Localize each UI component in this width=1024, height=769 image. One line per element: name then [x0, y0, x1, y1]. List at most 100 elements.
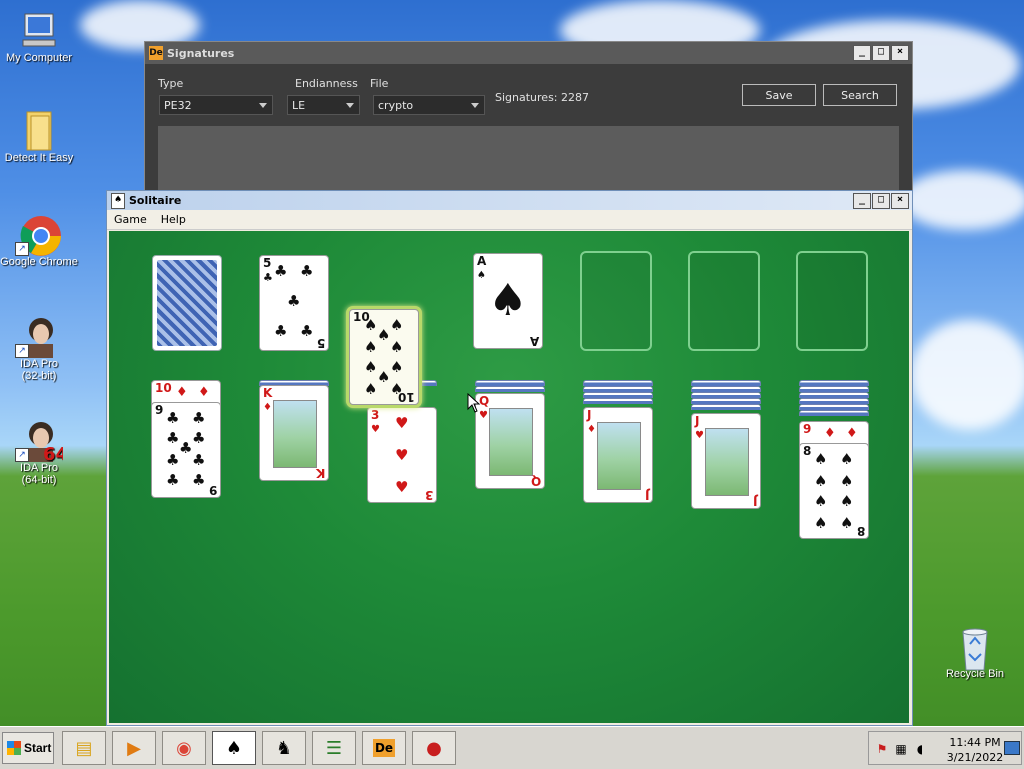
- chevron-down-icon: [471, 103, 479, 108]
- jack-artwork: [597, 422, 641, 490]
- desktop-icon-my-computer[interactable]: My Computer: [0, 10, 78, 64]
- solitaire-window: ♠ Solitaire _ □ × Game Help 5 ♣ ♣ ♣ ♣ ♣ …: [106, 190, 913, 726]
- facedown-card-edge: [583, 398, 653, 404]
- card-rank: K: [315, 466, 325, 480]
- foundation-4[interactable]: [796, 251, 868, 351]
- waste-card[interactable]: 5 ♣ ♣ ♣ ♣ ♣ ♣ 5: [259, 255, 329, 351]
- solitaire-app-icon: ♠: [111, 192, 125, 209]
- computer-icon: [19, 10, 59, 50]
- spade-icon: ♠: [364, 380, 378, 398]
- spade-icon: ♠: [364, 338, 378, 356]
- spade-icon: ♠: [814, 450, 828, 468]
- spade-icon: ♠: [364, 358, 378, 376]
- solitaire-icon: ♠: [225, 737, 243, 759]
- foundation-1[interactable]: A ♠ ♠ A: [473, 253, 543, 349]
- clock[interactable]: 11:44 PM 3/21/2022: [935, 735, 1015, 765]
- menu-game[interactable]: Game: [107, 213, 154, 226]
- heart-icon: ♥: [371, 424, 380, 435]
- club-icon: ♣: [300, 322, 314, 340]
- svg-text:64: 64: [43, 444, 63, 464]
- spade-icon: ♠: [840, 472, 854, 490]
- spade-icon: ♠: [390, 358, 404, 376]
- chrome-icon: ↗: [15, 214, 61, 256]
- signatures-window: De Signatures _ □ × Type PE32 Endianness…: [144, 41, 913, 203]
- spade-icon: ♠: [364, 316, 378, 334]
- taskbar-detect-it-easy[interactable]: De: [362, 731, 406, 765]
- endianness-label: Endianness: [295, 77, 358, 90]
- minimize-button[interactable]: _: [853, 45, 871, 61]
- taskbar-app[interactable]: ●: [412, 731, 456, 765]
- maximize-button[interactable]: □: [872, 45, 890, 61]
- desktop-icon-label: My Computer: [5, 52, 73, 64]
- spade-icon: ♠: [814, 514, 828, 532]
- card-rank: J: [644, 488, 649, 502]
- spade-icon: ♠: [840, 450, 854, 468]
- signatures-title-bar[interactable]: De Signatures _ □ ×: [145, 42, 912, 64]
- club-icon: ♣: [300, 262, 314, 280]
- tableau-3-top-card[interactable]: 3 ♥ ♥ ♥ ♥ 3: [367, 407, 437, 503]
- card-rank: 8: [856, 524, 865, 538]
- foundation-2[interactable]: [580, 251, 652, 351]
- spade-icon: ♠: [390, 316, 404, 334]
- cloud: [900, 170, 1024, 230]
- chevron-down-icon: [259, 103, 267, 108]
- volume-icon[interactable]: ◖: [913, 742, 927, 756]
- tableau-2-top-card[interactable]: K ♦ K: [259, 385, 329, 481]
- game-felt[interactable]: 5 ♣ ♣ ♣ ♣ ♣ ♣ 5 A ♠ ♠ A 10 ♦ ♦ 9 ♣ ♣ ♣ ♣…: [109, 231, 909, 723]
- save-button[interactable]: Save: [742, 84, 816, 106]
- maximize-button[interactable]: □: [872, 192, 890, 209]
- tableau-6-top-card[interactable]: J ♥ J: [691, 413, 761, 509]
- card-rank: J: [587, 408, 592, 422]
- search-button[interactable]: Search: [823, 84, 897, 106]
- show-desktop-icon[interactable]: [1004, 741, 1020, 755]
- foundation-3[interactable]: [688, 251, 760, 351]
- tableau-7-top-card[interactable]: 8 ♠ ♠ ♠ ♠ ♠ ♠ ♠ ♠ 8: [799, 443, 869, 539]
- window-title: Solitaire: [129, 194, 182, 207]
- type-select[interactable]: PE32: [159, 95, 273, 115]
- tableau-4-top-card[interactable]: Q ♥ Q: [475, 393, 545, 489]
- solitaire-title-bar[interactable]: ♠ Solitaire _ □ ×: [107, 191, 912, 210]
- king-artwork: [273, 400, 317, 468]
- menu-help[interactable]: Help: [154, 213, 193, 226]
- security-alert-icon[interactable]: ⚑: [875, 742, 889, 756]
- queen-artwork: [489, 408, 533, 476]
- minimize-button[interactable]: _: [853, 192, 871, 209]
- tableau-1-top-card[interactable]: 9 ♣ ♣ ♣ ♣ ♣ ♣ ♣ ♣ ♣ 9: [151, 402, 221, 498]
- taskbar: Start ▤ ▶ ◉ ♠ ♞ ☰ De ● ⚑ ▦ ◖ 11:44 PM 3/…: [0, 726, 1024, 769]
- heart-icon: ♥: [695, 430, 704, 441]
- menu-bar: Game Help: [107, 210, 912, 230]
- signatures-results-area[interactable]: [158, 126, 899, 200]
- die-app-icon: De: [372, 739, 396, 757]
- file-select[interactable]: crypto: [373, 95, 485, 115]
- desktop-icon-detect-it-easy[interactable]: Detect It Easy: [0, 110, 78, 164]
- endianness-select-value: LE: [292, 99, 306, 112]
- close-button[interactable]: ×: [891, 45, 909, 61]
- chess-icon: ♞: [275, 737, 293, 759]
- ida-pro-icon: ↗: [15, 316, 59, 358]
- network-icon[interactable]: ▦: [894, 742, 908, 756]
- chrome-icon: ◉: [176, 737, 192, 759]
- desktop-icon-ida-pro-32[interactable]: ↗ IDA Pro (32-bit): [0, 316, 78, 382]
- taskbar-solitaire[interactable]: ♠: [212, 731, 256, 765]
- chevron-down-icon: [346, 103, 354, 108]
- taskbar-chrome[interactable]: ◉: [162, 731, 206, 765]
- desktop-icon-ida-pro-64[interactable]: 64 ↗ IDA Pro (64-bit): [0, 420, 78, 486]
- taskbar-explorer[interactable]: ▤: [62, 731, 106, 765]
- tableau-5-top-card[interactable]: J ♦ J: [583, 407, 653, 503]
- taskbar-chess[interactable]: ♞: [262, 731, 306, 765]
- spade-icon: ♠: [488, 275, 528, 326]
- folder-icon: [19, 110, 59, 151]
- taskbar-task-manager[interactable]: ☰: [312, 731, 356, 765]
- desktop-icon-recycle-bin[interactable]: Recycle Bin: [936, 626, 1014, 680]
- dragged-card[interactable]: 10 ♠ ♠ ♠ ♠ ♠ ♠ ♠ ♠ ♠ ♠ 10: [349, 309, 419, 405]
- start-button[interactable]: Start: [2, 732, 54, 764]
- heart-icon: ♥: [395, 478, 409, 496]
- club-icon: ♣: [274, 322, 288, 340]
- taskbar-media-player[interactable]: ▶: [112, 731, 156, 765]
- diamond-icon: ♦: [198, 385, 210, 400]
- stock-pile[interactable]: [152, 255, 222, 351]
- desktop-icon-google-chrome[interactable]: ↗ Google Chrome: [0, 214, 78, 268]
- endianness-select[interactable]: LE: [287, 95, 360, 115]
- close-button[interactable]: ×: [891, 192, 909, 209]
- spade-icon: ♠: [814, 492, 828, 510]
